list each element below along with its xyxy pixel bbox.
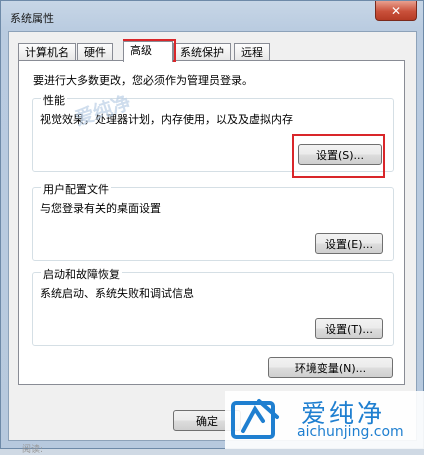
window-title: 系统属性 [10, 12, 54, 25]
watermark-logo: 爱纯净 aichunjing.com [225, 391, 424, 449]
dialog-client-area: 计算机名 硬件 高级 系统保护 远程 要进行大多数更改，您必须作为管理员登录。 … [8, 31, 417, 441]
tab-computer-name[interactable]: 计算机名 [18, 43, 76, 61]
startup-recovery-description: 系统启动、系统失败和调试信息 [40, 287, 194, 300]
tab-advanced[interactable]: 高级 [123, 41, 173, 62]
startup-recovery-group-title: 启动和故障恢复 [41, 266, 122, 282]
title-bar[interactable]: 系统属性 ✕ [1, 1, 423, 31]
logo-icon [231, 399, 279, 439]
user-profiles-group-title: 用户配置文件 [41, 181, 111, 197]
startup-recovery-group: 启动和故障恢复 系统启动、系统失败和调试信息 设置(T)... [32, 266, 394, 346]
environment-variables-button[interactable]: 环境变量(N)... [268, 357, 393, 378]
admin-notice: 要进行大多数更改，您必须作为管理员登录。 [33, 74, 253, 87]
tab-system-protection[interactable]: 系统保护 [173, 43, 231, 61]
performance-group-title: 性能 [41, 92, 67, 108]
user-profiles-group: 用户配置文件 与您登录有关的桌面设置 设置(E)... [32, 181, 394, 261]
system-properties-window: 系统属性 ✕ 计算机名 硬件 高级 系统保护 远程 要进行大多数更改，您必须作为… [0, 0, 424, 449]
performance-settings-button[interactable]: 设置(S)... [298, 144, 382, 165]
tab-remote[interactable]: 远程 [234, 43, 270, 61]
logo-url-text: aichunjing.com [297, 424, 404, 440]
user-profiles-description: 与您登录有关的桌面设置 [40, 202, 161, 215]
tab-hardware[interactable]: 硬件 [77, 43, 113, 61]
user-profiles-settings-button[interactable]: 设置(E)... [315, 233, 383, 254]
close-button[interactable]: ✕ [375, 1, 417, 21]
close-icon: ✕ [390, 3, 402, 18]
startup-recovery-settings-button[interactable]: 设置(T)... [315, 318, 383, 339]
